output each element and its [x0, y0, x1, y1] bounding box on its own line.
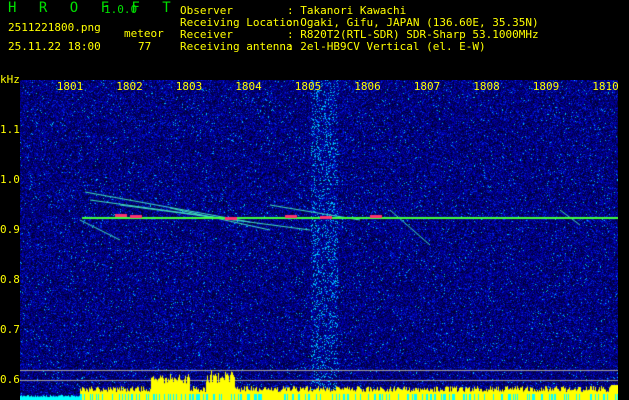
- x-tick-label: 1806: [354, 80, 381, 93]
- info-value: : 2el-HB9CV Vertical (el. E-W): [287, 40, 486, 53]
- y-tick-label: 1.1: [0, 123, 20, 136]
- y-tick-label: 0.6: [0, 373, 20, 386]
- meteor-count: 77: [138, 40, 152, 53]
- x-tick-label: 1805: [294, 80, 322, 93]
- filename: 2511221800.png: [8, 21, 101, 34]
- app-title: H R O F F T: [8, 0, 178, 16]
- app-version: 1.0.0: [104, 3, 138, 16]
- x-tick-label: 1803: [175, 80, 203, 93]
- x-tick-label: 1808: [473, 80, 500, 93]
- y-tick-label: 0.9: [0, 223, 20, 236]
- info-label: Receiving antenna: [180, 40, 293, 53]
- y-axis-unit: kHz: [0, 73, 20, 86]
- x-tick-label: 1809: [532, 80, 560, 93]
- meteor-label: meteor: [124, 27, 164, 40]
- y-tick-label: 0.7: [0, 323, 20, 336]
- x-tick-label: 1810: [592, 80, 619, 93]
- datetime: 25.11.22 18:00: [8, 40, 101, 53]
- x-tick-label: 1802: [116, 80, 143, 93]
- y-tick-label: 1.0: [0, 173, 20, 186]
- x-tick-label: 1807: [413, 80, 441, 93]
- x-tick-label: 1801: [56, 80, 84, 93]
- spectrogram: [20, 80, 618, 400]
- y-tick-label: 0.8: [0, 273, 20, 286]
- x-tick-label: 1804: [235, 80, 262, 93]
